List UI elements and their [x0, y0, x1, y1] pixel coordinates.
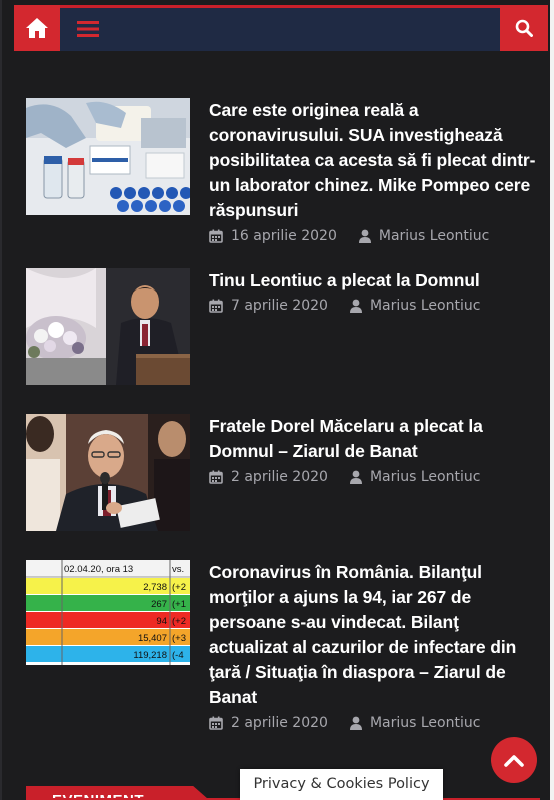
- lab-vials-image: [26, 98, 190, 215]
- stats-delta: (-4: [172, 650, 184, 661]
- home-icon: [26, 18, 48, 38]
- stats-value: 94: [156, 616, 167, 627]
- top-navigation-bar: [14, 5, 548, 51]
- speaker-podium-image: [26, 268, 190, 385]
- article-date[interactable]: 2 aprilie 2020: [231, 713, 328, 733]
- article-thumbnail[interactable]: [26, 268, 190, 385]
- speaker-microphone-image: [26, 414, 190, 531]
- search-icon: [515, 19, 533, 37]
- stats-delta: (+2: [172, 582, 186, 593]
- page: Care este originea reală a coronavirusul…: [0, 0, 554, 800]
- article-author[interactable]: Marius Leontiuc: [370, 467, 480, 487]
- article-meta: 2 aprilie 2020 Marius Leontiuc: [209, 713, 539, 733]
- article-meta: 7 aprilie 2020 Marius Leontiuc: [209, 296, 539, 316]
- stats-value: 267: [151, 599, 167, 610]
- stats-delta: (+3: [172, 633, 186, 644]
- article-body: Tinu Leontiuc a plecat la Domnul 7 april…: [209, 268, 539, 316]
- article-title[interactable]: Care este originea reală a coronavirusul…: [209, 98, 539, 223]
- article-body: Coronavirus în România. Bilanţul morţilo…: [209, 560, 539, 733]
- user-icon: [349, 299, 362, 313]
- user-icon: [349, 470, 362, 484]
- article-body: Fratele Dorel Măcelaru a plecat la Domnu…: [209, 414, 539, 487]
- article-author[interactable]: Marius Leontiuc: [379, 226, 489, 246]
- stats-value: 119,218: [133, 650, 167, 661]
- calendar-icon: [209, 299, 223, 313]
- calendar-icon: [209, 229, 223, 243]
- article-meta: 2 aprilie 2020 Marius Leontiuc: [209, 467, 539, 487]
- user-icon: [349, 716, 362, 730]
- article-author[interactable]: Marius Leontiuc: [370, 713, 480, 733]
- article-title[interactable]: Coronavirus în România. Bilanţul morţilo…: [209, 560, 539, 710]
- article-author[interactable]: Marius Leontiuc: [370, 296, 480, 316]
- article-date[interactable]: 7 aprilie 2020: [231, 296, 328, 316]
- home-button[interactable]: [14, 5, 60, 51]
- stats-value: 2,738: [143, 582, 167, 593]
- calendar-icon: [209, 716, 223, 730]
- hamburger-menu-icon: [77, 21, 99, 37]
- statistics-table-image: 02.04.20, ora 13 vs. 2,738 267 94 15,407…: [26, 560, 190, 665]
- article-date[interactable]: 16 aprilie 2020: [231, 226, 337, 246]
- calendar-icon: [209, 470, 223, 484]
- chevron-up-icon: [504, 755, 524, 767]
- article-body: Care este originea reală a coronavirusul…: [209, 98, 539, 246]
- article-thumbnail[interactable]: 02.04.20, ora 13 vs. 2,738 267 94 15,407…: [26, 560, 190, 665]
- stats-delta: (+2: [172, 616, 186, 627]
- article-thumbnail[interactable]: [26, 98, 190, 215]
- menu-button[interactable]: [72, 15, 104, 43]
- stats-value: 15,407: [138, 633, 167, 644]
- article-title[interactable]: Tinu Leontiuc a plecat la Domnul: [209, 268, 539, 293]
- article-title[interactable]: Fratele Dorel Măcelaru a plecat la Domnu…: [209, 414, 539, 464]
- scroll-to-top-button[interactable]: [491, 737, 537, 783]
- stats-header: 02.04.20, ora 13: [64, 564, 133, 575]
- left-edge: [0, 0, 2, 800]
- top-accent-strip: [14, 5, 548, 8]
- right-edge: [550, 0, 554, 800]
- article-date[interactable]: 2 aprilie 2020: [231, 467, 328, 487]
- search-button[interactable]: [500, 5, 548, 51]
- user-icon: [358, 229, 371, 243]
- stats-header-vs: vs.: [172, 564, 184, 575]
- privacy-policy-link[interactable]: Privacy & Cookies Policy: [240, 769, 443, 800]
- article-thumbnail[interactable]: [26, 414, 190, 531]
- article-meta: 16 aprilie 2020 Marius Leontiuc: [209, 226, 539, 246]
- stats-delta: (+1: [172, 599, 186, 610]
